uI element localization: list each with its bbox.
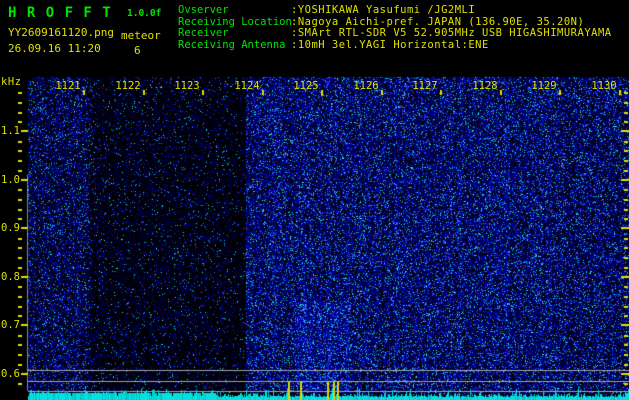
x-tick-label: 1123: [174, 80, 200, 92]
x-tick-label: 1126: [353, 80, 379, 92]
info-key: Receiving Location: [178, 15, 292, 28]
meteor-count: 6: [134, 44, 141, 57]
app-version: 1.0.0f: [127, 8, 162, 19]
hrofft-screen: H R O F F T 1.0.0f YY2609161120.png mete…: [0, 0, 629, 400]
x-tick-label: 1127: [412, 80, 438, 92]
output-filename: YY2609161120.png: [8, 26, 114, 39]
y-tick-label: 0.8: [1, 271, 20, 283]
y-tick-label: 0.9: [1, 222, 20, 234]
x-tick-label: 1121: [55, 80, 81, 92]
y-tick-label: 1.1: [1, 125, 20, 137]
info-value: :10mH 3el.YAGI Horizontal:ENE: [291, 38, 489, 51]
x-tick-label: 1129: [531, 80, 557, 92]
x-tick-label: 1128: [472, 80, 498, 92]
info-value: :SMArt RTL-SDR V5 52.905MHz USB HIGASHIM…: [291, 27, 612, 40]
app-title: H R O F F T: [8, 5, 112, 21]
y-tick-label: 1.0: [1, 174, 20, 186]
meteor-mode-label: meteor: [121, 29, 161, 42]
timestamp: 26.09.16 11:20: [8, 42, 101, 55]
x-tick-label: 1130: [591, 80, 617, 92]
info-key: Receiving Antenna: [178, 38, 286, 51]
y-tick-label: 0.6: [1, 368, 20, 380]
info-value: :Nagoya Aichi-pref. JAPAN (136.90E, 35.2…: [291, 15, 585, 28]
info-row: Receiver :SMArt RTL-SDR V5 52.905MHz USB …: [178, 27, 629, 39]
info-key: Ovserver: [178, 4, 229, 16]
info-row: Ovserver :YOSHIKAWA Yasufumi /JG2MLI: [178, 4, 629, 16]
info-value: :YOSHIKAWA Yasufumi /JG2MLI: [291, 4, 476, 16]
y-axis-unit-label: kHz: [1, 76, 22, 88]
spectrogram-canvas: [0, 0, 629, 400]
info-row: Receiving Location:Nagoya Aichi-pref. JA…: [178, 16, 629, 28]
x-tick-label: 1125: [293, 80, 319, 92]
info-row: Receiving Antenna :10mH 3el.YAGI Horizont…: [178, 39, 629, 51]
x-tick-label: 1122: [115, 80, 141, 92]
y-tick-label: 0.7: [1, 319, 20, 331]
x-tick-label: 1124: [234, 80, 260, 92]
info-key: Receiver: [178, 27, 229, 40]
station-info-block: Ovserver:YOSHIKAWA Yasufumi /JG2MLI Recei…: [178, 4, 629, 51]
